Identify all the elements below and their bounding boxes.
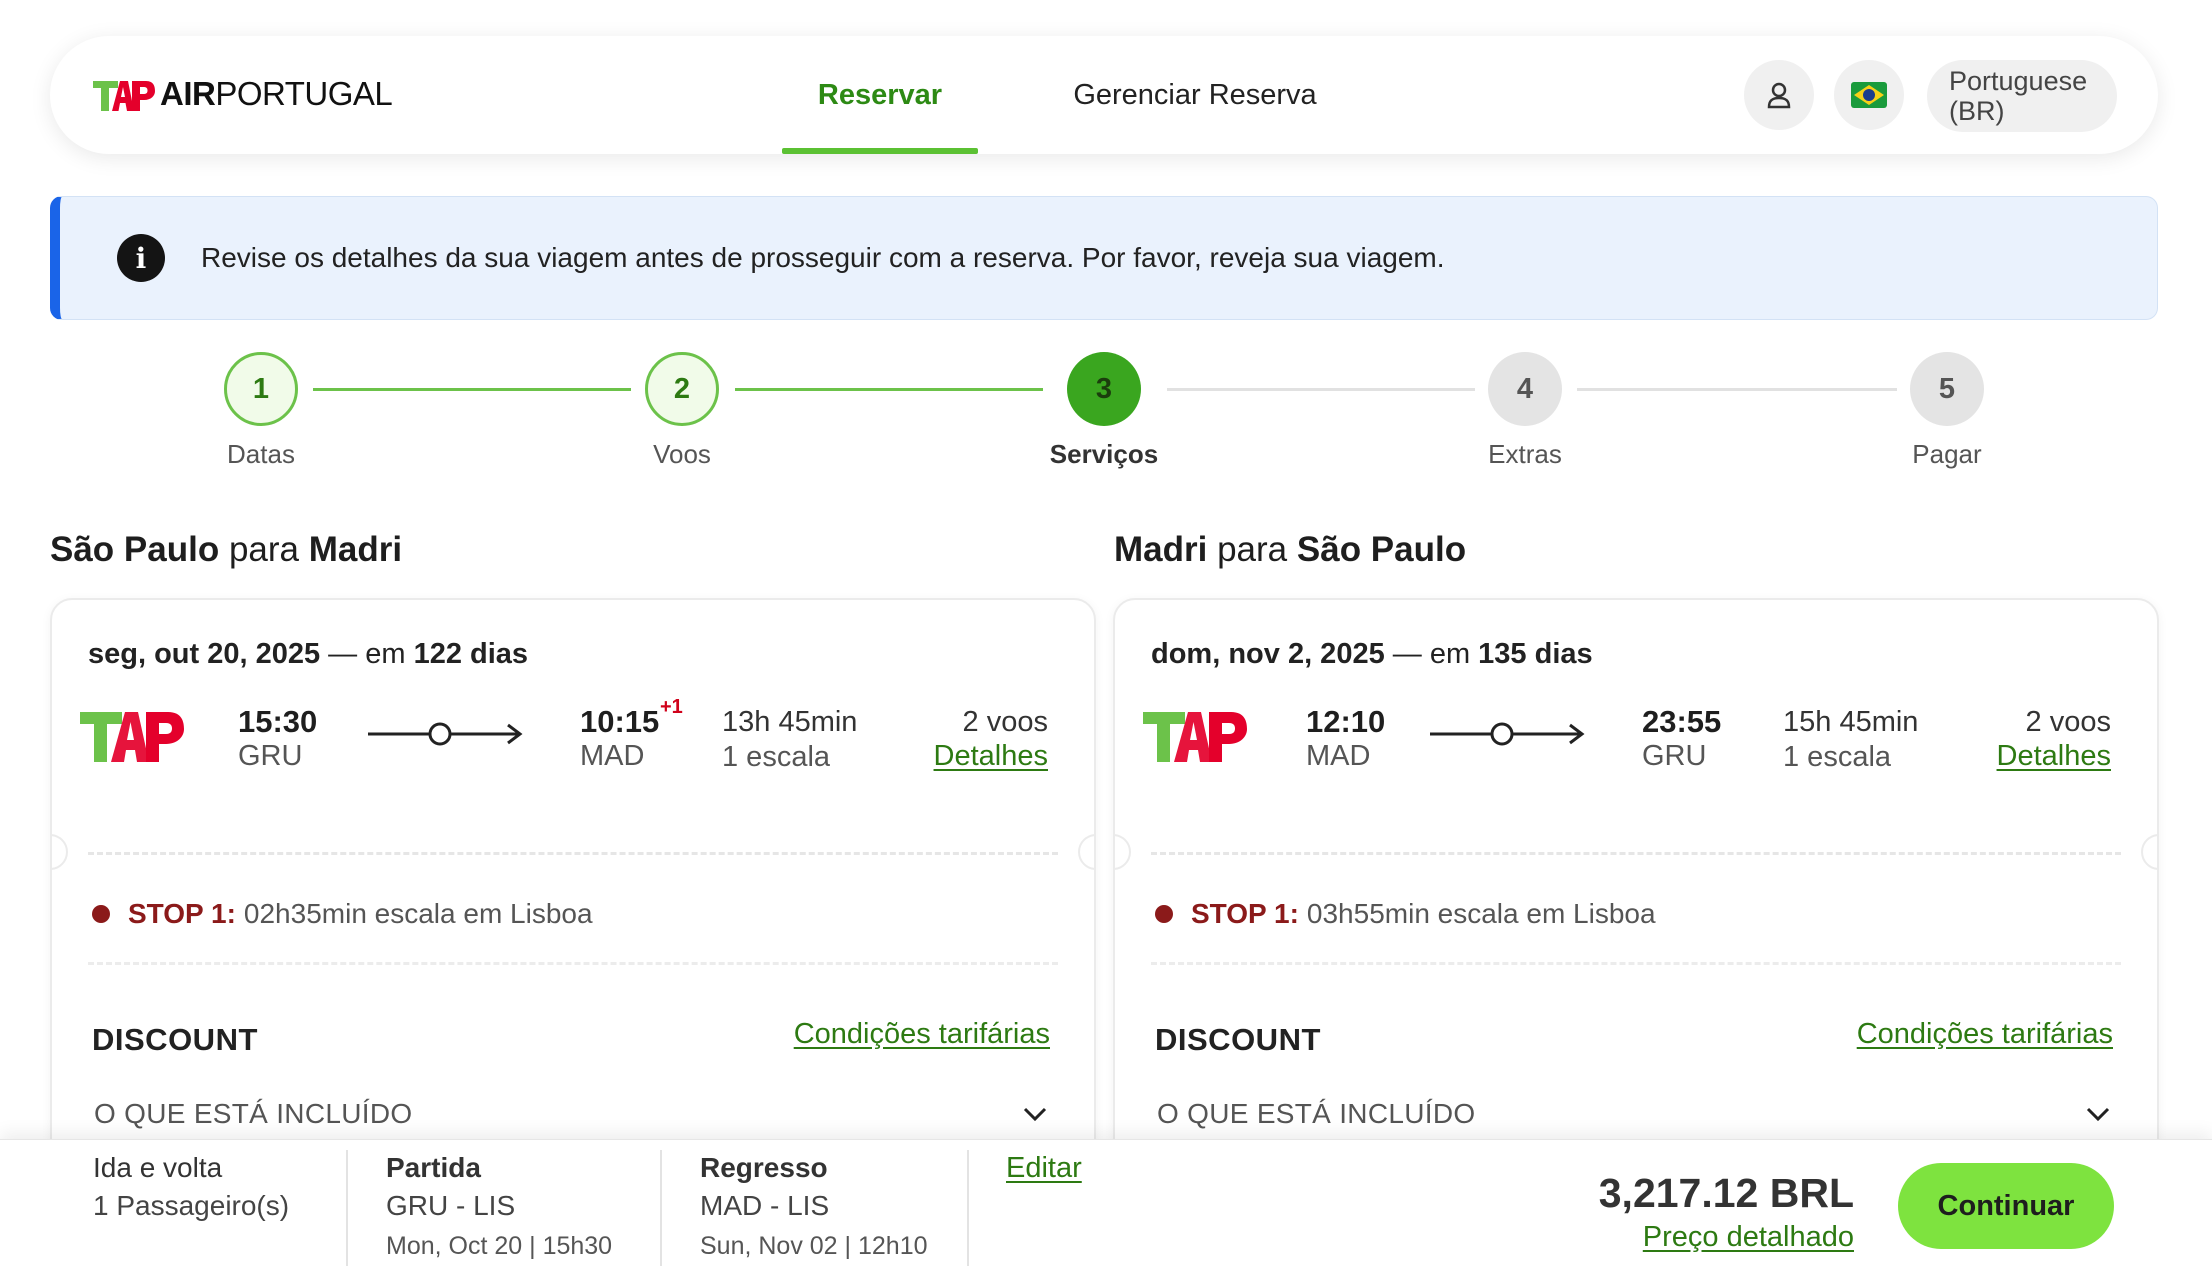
arrival-airport: MAD <box>580 740 645 772</box>
whats-included-toggle[interactable]: O QUE ESTÁ INCLUÍDO <box>1157 1098 2111 1130</box>
logo-wordmark: AIRPORTUGAL <box>160 75 393 112</box>
tap-logo-mark <box>93 81 155 111</box>
flights-count: 2 voos <box>2025 706 2111 738</box>
arrival-time: 23:55 <box>1642 704 1722 739</box>
section-divider <box>1151 962 2121 965</box>
arrival-time: 10:15 <box>580 704 660 739</box>
step-number: 1 <box>224 352 298 426</box>
chevron-down-icon <box>2086 1107 2110 1122</box>
banner-message: Revise os detalhes da sua viagem antes d… <box>201 242 1445 273</box>
return-datetime: Sun, Nov 02 | 12h10 <box>700 1232 928 1260</box>
booking-summary-bar: Ida e volta 1 Passageiro(s) Partida GRU … <box>0 1139 2212 1288</box>
flight-duration: 15h 45min <box>1783 706 1919 738</box>
info-icon: i <box>117 234 165 282</box>
step-label: Pagar <box>1912 439 1982 469</box>
step-pagar: 5 Pagar <box>1837 352 2057 470</box>
country-selector-button[interactable] <box>1834 60 1904 130</box>
departure-title: Partida <box>386 1152 481 1183</box>
flight-date: dom, nov 2, 2025 — em 135 dias <box>1151 638 1593 670</box>
step-number: 3 <box>1067 352 1141 426</box>
outbound-route-title: São Paulo para Madri <box>50 530 403 569</box>
summary-divider <box>967 1150 969 1266</box>
summary-divider <box>660 1150 662 1266</box>
details-link[interactable]: Detalhes <box>1997 740 2111 773</box>
tap-airline-logo <box>80 712 184 762</box>
flight-duration: 13h 45min <box>722 706 858 738</box>
layover-text: 03h55min escala em Lisboa <box>1306 898 1656 929</box>
stop-count: 1 escala <box>1783 741 1892 773</box>
total-price: 3,217.12 BRL <box>1598 1170 1854 1216</box>
passenger-count: 1 Passageiro(s) <box>93 1190 290 1221</box>
route-arrow-icon <box>1430 722 1585 746</box>
departure-airport: MAD <box>1306 740 1371 772</box>
return-title: Regresso <box>700 1152 828 1183</box>
departure-summary: Partida GRU - LIS Mon, Oct 20 | 15h30 <box>386 1152 612 1261</box>
step-label: Datas <box>227 439 295 469</box>
summary-divider <box>346 1150 348 1266</box>
chevron-down-icon <box>1023 1107 1047 1122</box>
ticket-notch <box>52 834 68 870</box>
whats-included-label: O QUE ESTÁ INCLUÍDO <box>94 1098 413 1129</box>
language-selector[interactable]: Portuguese (BR) <box>1927 60 2117 132</box>
departure-datetime: Mon, Oct 20 | 15h30 <box>386 1232 613 1260</box>
price-detail-link[interactable]: Preço detalhado <box>1643 1221 1854 1254</box>
layover-info: STOP 1: 03h55min escala em Lisboa <box>1155 898 1656 930</box>
stop-count: 1 escala <box>722 741 831 773</box>
ticket-notch <box>1078 834 1094 870</box>
arrival-airport: GRU <box>1642 740 1707 772</box>
ticket-divider <box>88 852 1058 855</box>
departure-time: 12:10 <box>1306 704 1386 739</box>
site-header: AIRPORTUGAL Reservar Gerenciar Reserva P… <box>50 36 2158 154</box>
step-servicos: 3 Serviços <box>994 352 1214 470</box>
departure-airport: GRU <box>238 740 303 772</box>
next-day-badge: +1 <box>660 696 683 718</box>
step-label: Voos <box>653 439 711 469</box>
trip-type: Ida e volta <box>93 1152 223 1183</box>
fare-conditions-link[interactable]: Condições tarifárias <box>1857 1018 2113 1051</box>
step-label: Serviços <box>1049 439 1159 469</box>
layover-text: 02h35min escala em Lisboa <box>243 898 593 929</box>
details-link[interactable]: Detalhes <box>934 740 1048 773</box>
continue-button[interactable]: Continuar <box>1898 1163 2114 1249</box>
tap-air-portugal-logo[interactable]: AIRPORTUGAL <box>92 74 393 114</box>
layover-label: STOP 1: <box>1191 898 1299 929</box>
step-datas[interactable]: 1 Datas <box>151 352 371 470</box>
tab-gerenciar-reserva[interactable]: Gerenciar Reserva <box>1040 36 1350 154</box>
layover-dot-icon <box>92 905 110 923</box>
whats-included-toggle[interactable]: O QUE ESTÁ INCLUÍDO <box>94 1098 1048 1130</box>
fare-family-name: DISCOUNT <box>92 1022 258 1057</box>
step-number: 2 <box>645 352 719 426</box>
departure-route: GRU - LIS <box>386 1190 516 1221</box>
section-divider <box>88 962 1058 965</box>
ticket-notch <box>1115 834 1131 870</box>
step-number: 5 <box>1910 352 1984 426</box>
layover-dot-icon <box>1155 905 1173 923</box>
ticket-divider <box>1151 852 2121 855</box>
flight-date: seg, out 20, 2025 — em 122 dias <box>88 638 529 670</box>
step-label: Extras <box>1488 439 1562 469</box>
departure-time: 15:30 <box>238 704 318 739</box>
fare-conditions-link[interactable]: Condições tarifárias <box>794 1018 1050 1051</box>
step-extras: 4 Extras <box>1415 352 1635 470</box>
brazil-flag-icon <box>1851 82 1887 108</box>
step-voos[interactable]: 2 Voos <box>572 352 792 470</box>
step-number: 4 <box>1488 352 1562 426</box>
account-button[interactable] <box>1744 60 1814 130</box>
route-arrow-icon <box>368 722 523 746</box>
fare-family-name: DISCOUNT <box>1155 1022 1321 1057</box>
return-summary: Regresso MAD - LIS Sun, Nov 02 | 12h10 <box>700 1152 928 1261</box>
trip-summary: Ida e volta 1 Passageiro(s) <box>93 1152 289 1228</box>
layover-info: STOP 1: 02h35min escala em Lisboa <box>92 898 593 930</box>
edit-trip-link[interactable]: Editar <box>1006 1152 1082 1185</box>
return-route: MAD - LIS <box>700 1190 830 1221</box>
tab-reservar[interactable]: Reservar <box>782 36 978 154</box>
tap-airline-logo <box>1143 712 1247 762</box>
layover-label: STOP 1: <box>128 898 236 929</box>
review-info-banner: i Revise os detalhes da sua viagem antes… <box>50 196 2158 320</box>
flights-count: 2 voos <box>962 706 1048 738</box>
whats-included-label: O QUE ESTÁ INCLUÍDO <box>1157 1098 1476 1129</box>
inbound-route-title: Madri para São Paulo <box>1114 530 1467 569</box>
user-icon <box>1767 82 1791 109</box>
ticket-notch <box>2141 834 2157 870</box>
